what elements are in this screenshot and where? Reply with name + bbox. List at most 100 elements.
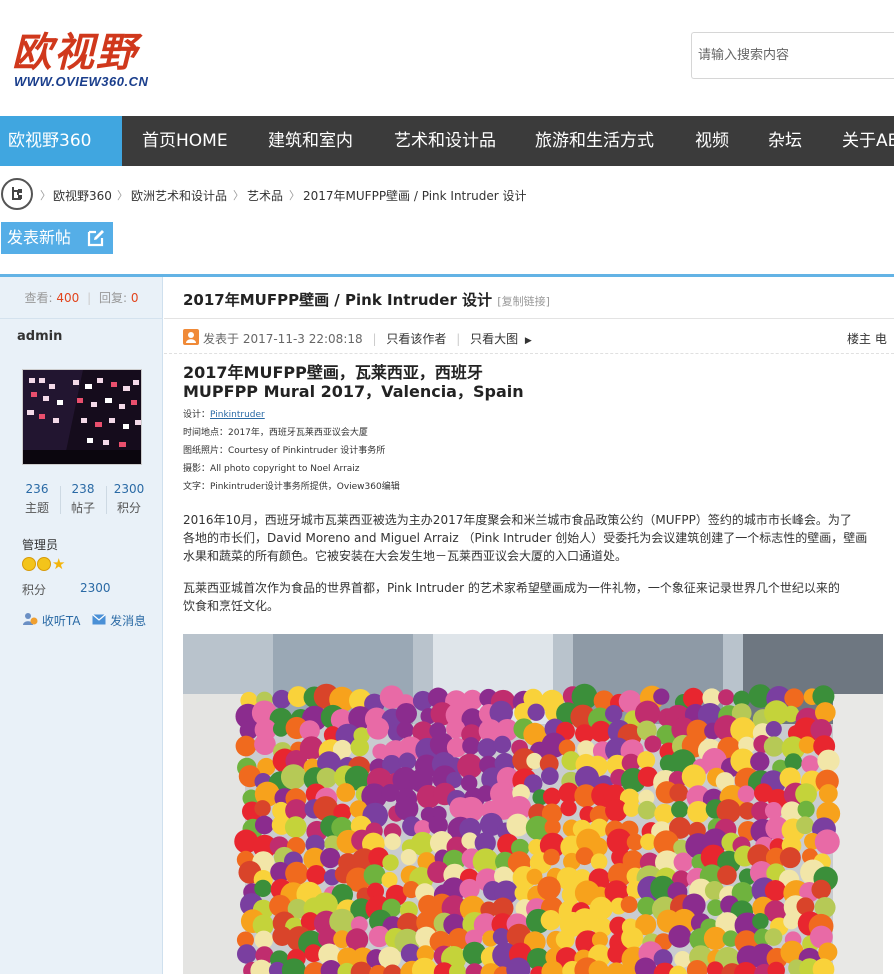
send-message-link[interactable]: 发消息 xyxy=(110,614,146,628)
floor-label[interactable]: 楼主 电 xyxy=(847,330,887,347)
nav-item-art-design[interactable]: 艺术和设计品 xyxy=(394,116,496,166)
nav-item-video[interactable]: 视频 xyxy=(695,116,729,166)
replies-count: 0 xyxy=(130,291,139,305)
stat-threads[interactable]: 236 主题 xyxy=(14,482,60,516)
chevron-right-icon: 〉 xyxy=(289,189,300,202)
nav-item-travel[interactable]: 旅游和生活方式 xyxy=(535,116,654,166)
paragraph-line: 饮食和烹饪文化。 xyxy=(183,599,280,613)
nav-item-home[interactable]: 首页HOME xyxy=(142,116,228,166)
avatar[interactable] xyxy=(22,369,142,465)
mural-pompom xyxy=(477,738,497,758)
mural-pompom xyxy=(537,876,561,900)
mural-photo[interactable] xyxy=(183,634,883,974)
mural-pompom xyxy=(382,854,399,871)
search-input[interactable] xyxy=(692,33,882,78)
mural-pompom xyxy=(236,944,257,964)
mural-pompom xyxy=(542,787,561,806)
new-post-button[interactable]: 发表新帖 xyxy=(1,222,113,254)
credit-text: 文字：Pinkintruder设计事务所提供，Oview360编辑 xyxy=(183,482,400,492)
mural-pompom xyxy=(668,925,692,948)
stat-value: 2300 xyxy=(113,482,145,496)
mural-pompom xyxy=(797,800,815,818)
mural-pompom xyxy=(560,799,577,817)
nav-item-home360[interactable]: 欧视野360 xyxy=(0,116,122,166)
paragraph-line: 各地的市长们，David Moreno and Miguel Arraiz （P… xyxy=(183,531,868,545)
user-badges: ★ xyxy=(22,556,68,571)
mural-pompom xyxy=(669,783,689,803)
mural-pompom xyxy=(621,927,644,950)
author-name[interactable]: admin xyxy=(17,329,62,344)
breadcrumb-item[interactable]: 欧洲艺术和设计品 xyxy=(131,187,227,204)
smiley-icon xyxy=(37,556,51,571)
user-role[interactable]: 管理员 xyxy=(22,536,58,553)
stat-label: 主题 xyxy=(24,501,49,515)
points-label: 积分 xyxy=(22,583,47,597)
thread-title: 2017年MUFPP壁画 / Pink Intruder 设计 [复制链接] xyxy=(183,289,550,310)
breadcrumb-item[interactable]: 艺术品 xyxy=(247,187,283,204)
breadcrumb-item[interactable]: 欧视野360 xyxy=(53,187,112,204)
big-image-link[interactable]: 只看大图 xyxy=(470,332,518,346)
mural-pompom xyxy=(285,861,309,885)
stat-points[interactable]: 2300 积分 xyxy=(106,482,152,516)
mural-pompom xyxy=(637,751,656,770)
site-header: 欧视野 WWW.OVIEW360.CN xyxy=(0,0,894,116)
post-meta: 发表于 2017-11-3 22:08:18 | 只看该作者 | 只看大图 ▶ xyxy=(203,332,532,346)
view-reply-counts: 查看: 400 | 回复: 0 xyxy=(24,291,139,305)
paragraph-line: 水果和蔬菜的所有颜色。它被安装在大会发生地－瓦莱西亚议会大厦的入口通道处。 xyxy=(183,549,628,563)
mural-pompom xyxy=(555,930,575,950)
replies-label: 回复: xyxy=(98,291,128,305)
mural-pompom xyxy=(687,800,710,824)
credit-design: 设计：Pinkintruder xyxy=(183,406,894,424)
mural-pompom xyxy=(814,829,840,855)
smiley-icon xyxy=(22,556,36,571)
mural-pompom xyxy=(284,816,307,838)
mural-pompom xyxy=(605,705,623,723)
only-author-link[interactable]: 只看该作者 xyxy=(386,332,446,346)
stat-value: 238 xyxy=(71,482,95,496)
mural-pompom xyxy=(653,688,670,705)
mural-pompom xyxy=(543,848,560,866)
logo-text: 欧视野 xyxy=(12,29,138,76)
views-label: 查看: xyxy=(24,291,53,305)
stat-label: 帖子 xyxy=(70,501,95,515)
mural-pompom xyxy=(796,816,814,835)
follow-link[interactable]: 收听TA xyxy=(42,614,81,628)
mural-pompom xyxy=(254,800,271,817)
post-main: 2017年MUFPP壁画 / Pink Intruder 设计 [复制链接] 发… xyxy=(164,277,894,974)
thread-title-text: 2017年MUFPP壁画 / Pink Intruder 设计 xyxy=(183,291,493,309)
designer-link[interactable]: Pinkintruder xyxy=(210,410,265,420)
search-box xyxy=(691,32,894,79)
nav-item-architecture[interactable]: 建筑和室内 xyxy=(268,116,353,166)
nav-item-forum[interactable]: 杂坛 xyxy=(768,116,802,166)
mural-pompom xyxy=(765,721,782,738)
follow-icon xyxy=(22,613,42,629)
post-heading-cn: 2017年MUFPP壁画，瓦莱西亚，西班牙 xyxy=(183,363,483,382)
breadcrumb-item-current[interactable]: 2017年MUFPP壁画 / Pink Intruder 设计 xyxy=(303,187,527,204)
chevron-right-icon: 〉 xyxy=(40,189,51,202)
mail-icon xyxy=(92,613,110,628)
mural-pompom xyxy=(336,783,356,802)
edit-icon xyxy=(87,230,104,247)
stat-posts[interactable]: 238 帖子 xyxy=(60,482,106,516)
paragraph-1: 2016年10月，西班牙城市瓦莱西亚被选为主办2017年度聚会和米兰城市食品政策… xyxy=(183,511,867,565)
mural-pompom xyxy=(654,803,675,824)
home-icon[interactable] xyxy=(1,178,33,210)
mural-pompom xyxy=(671,800,689,819)
mural-pompom xyxy=(718,689,735,706)
site-logo[interactable]: 欧视野 WWW.OVIEW360.CN xyxy=(12,20,162,100)
author-online-icon xyxy=(183,329,199,345)
mural-pompom xyxy=(673,852,693,872)
mural-pompom xyxy=(526,752,543,770)
mural-pompom xyxy=(493,735,512,754)
mural-pompom xyxy=(350,737,369,757)
mural-pompom xyxy=(752,913,769,930)
mural-pompom xyxy=(590,853,608,871)
copy-link-button[interactable]: [复制链接] xyxy=(497,295,550,308)
post-credits: 设计：Pinkintruder 时间地点：2017年，西班牙瓦莱西亚议会大厦 图… xyxy=(183,406,894,496)
user-points: 积分 2300 xyxy=(22,581,111,598)
nav-item-about[interactable]: 关于AB xyxy=(842,116,894,166)
author-stats: 236 主题 238 帖子 2300 积分 xyxy=(14,482,154,518)
mural-pompom xyxy=(779,847,801,869)
post-content: 2017年MUFPP壁画，瓦莱西亚，西班牙 MUPFPP Mural 2017，… xyxy=(183,363,894,974)
post-meta-bar: 发表于 2017-11-3 22:08:18 | 只看该作者 | 只看大图 ▶ … xyxy=(164,320,894,354)
